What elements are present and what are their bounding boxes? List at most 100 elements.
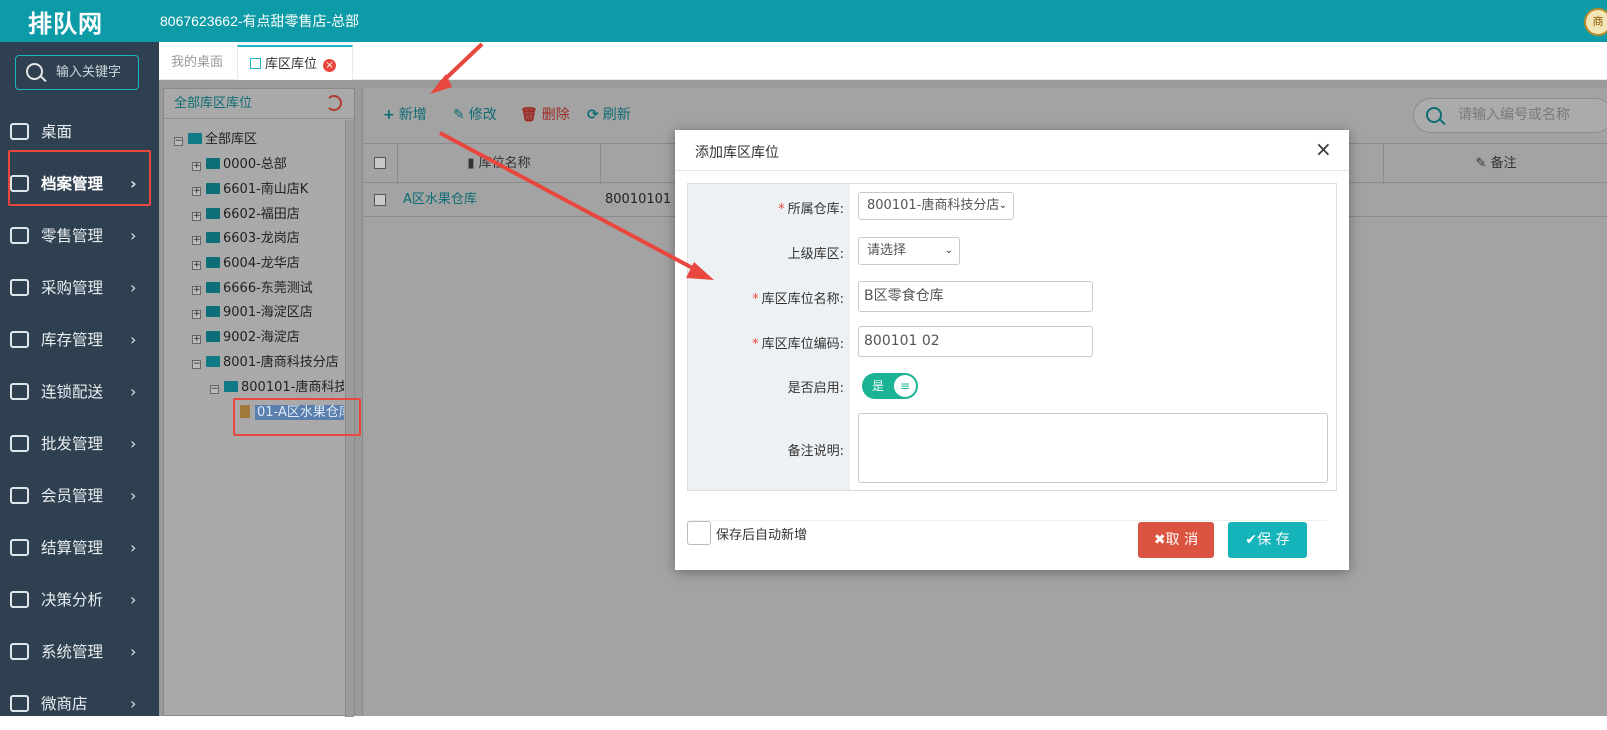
sidebar-search-placeholder: 输入关键字 bbox=[56, 65, 122, 80]
tab-desk[interactable]: 我的桌面 bbox=[159, 45, 235, 80]
collapse-icon[interactable]: − bbox=[174, 137, 183, 146]
tab-label: 库区库位 bbox=[265, 57, 318, 72]
cell-name[interactable]: A区水果仓库 bbox=[403, 183, 477, 217]
expand-icon[interactable]: + bbox=[192, 335, 201, 344]
column-header-code[interactable] bbox=[600, 144, 675, 184]
collapse-icon[interactable]: − bbox=[192, 360, 201, 369]
tree-scrollbar[interactable] bbox=[345, 120, 354, 717]
tree-node[interactable]: −800101-唐商科技 bbox=[210, 377, 344, 399]
grid-search-placeholder: 请输入编号或名称 bbox=[1458, 107, 1570, 123]
column-header-remark[interactable]: ✎ 备注 bbox=[1383, 144, 1607, 184]
analysis-icon bbox=[10, 591, 29, 608]
expand-icon[interactable]: + bbox=[192, 286, 201, 295]
cancel-button[interactable]: ✖取 消 bbox=[1138, 522, 1214, 558]
sidebar-item-label: 零售管理 bbox=[41, 227, 104, 245]
trash-icon: 🗑 bbox=[520, 107, 538, 123]
location-name-input[interactable]: B区零食仓库 bbox=[858, 281, 1093, 312]
location-code-input[interactable]: 800101 02 bbox=[858, 326, 1093, 357]
close-tab-icon[interactable]: × bbox=[323, 59, 337, 72]
enabled-toggle[interactable]: 是 ≡ bbox=[862, 373, 918, 399]
tree-node[interactable]: +6004-龙华店 bbox=[192, 253, 300, 275]
sidebar-item-member[interactable]: 会员管理 › bbox=[0, 470, 159, 522]
user-avatar[interactable]: 商 bbox=[1584, 8, 1607, 36]
parent-area-row: 上级库区: 请选择 ⌄ bbox=[688, 237, 1336, 267]
remark-textarea[interactable] bbox=[858, 413, 1328, 483]
collapse-icon[interactable]: − bbox=[210, 385, 219, 394]
tree-node[interactable]: +0000-总部 bbox=[192, 154, 287, 176]
sidebar-item-label: 档案管理 bbox=[41, 175, 104, 193]
add-button[interactable]: + 新增 bbox=[383, 104, 427, 124]
sidebar-item-label: 库存管理 bbox=[41, 331, 104, 349]
tree-node[interactable]: +9002-海淀店 bbox=[192, 327, 300, 349]
grid-search-input[interactable]: 请输入编号或名称 bbox=[1413, 98, 1607, 133]
parent-area-select[interactable]: 请选择 ⌄ bbox=[858, 237, 960, 265]
sidebar-search-input[interactable]: 输入关键字 bbox=[15, 55, 139, 90]
sidebar-nav: 桌面 档案管理 › 零售管理 › 采购管理 › 库存管理 › 连锁配送 › 批发… bbox=[0, 106, 159, 730]
folder-open-icon bbox=[188, 133, 202, 144]
tree-node-selected[interactable]: 01-A区水果仓库 bbox=[240, 402, 344, 424]
location-name-row: * 库区库位名称: B区零食仓库 bbox=[688, 281, 1336, 312]
refresh-icon[interactable] bbox=[326, 95, 342, 111]
save-button[interactable]: ✔保 存 bbox=[1228, 522, 1307, 558]
folder-icon bbox=[206, 331, 220, 342]
folder-open-icon bbox=[224, 381, 238, 392]
expand-icon[interactable]: + bbox=[192, 261, 201, 270]
top-bar: 排队网 8067623662-有点甜零售店-总部 商 bbox=[0, 0, 1607, 42]
expand-icon[interactable]: + bbox=[192, 187, 201, 196]
sidebar-item-delivery[interactable]: 连锁配送 › bbox=[0, 366, 159, 418]
edit-button[interactable]: ✎ 修改 bbox=[453, 104, 497, 124]
tree-node-root[interactable]: − 全部库区 bbox=[174, 129, 257, 151]
expand-icon[interactable]: + bbox=[192, 310, 201, 319]
location-form: * 所属仓库: 800101-唐商科技分店 ⌄ 上级库区: 请选择 ⌄ * 库区库位名称… bbox=[687, 183, 1337, 491]
search-icon bbox=[1426, 107, 1442, 123]
select-all-checkbox[interactable] bbox=[374, 157, 386, 169]
tree-node[interactable]: +9001-海淀区店 bbox=[192, 302, 313, 324]
chevron-down-icon: ⌄ bbox=[998, 200, 1007, 211]
folder-icon bbox=[206, 158, 220, 169]
row-checkbox[interactable] bbox=[374, 194, 386, 206]
archive-icon bbox=[10, 175, 29, 192]
tree-node[interactable]: +6601-南山店K bbox=[192, 179, 308, 201]
tree-node[interactable]: +6666-东莞测试 bbox=[192, 278, 313, 300]
expand-icon[interactable]: + bbox=[192, 236, 201, 245]
column-header-name[interactable]: ▮ 库位名称 bbox=[397, 144, 600, 184]
refresh-icon: ⟳ bbox=[587, 107, 599, 123]
expand-icon[interactable]: + bbox=[192, 162, 201, 171]
sidebar-item-analysis[interactable]: 决策分析 › bbox=[0, 574, 159, 626]
sidebar-item-settlement[interactable]: 结算管理 › bbox=[0, 522, 159, 574]
expand-icon[interactable]: + bbox=[192, 212, 201, 221]
sidebar-item-inventory[interactable]: 库存管理 › bbox=[0, 314, 159, 366]
purchase-icon bbox=[10, 279, 29, 296]
chevron-right-icon: › bbox=[130, 330, 137, 349]
close-icon[interactable]: × bbox=[1315, 139, 1332, 159]
sidebar-item-label: 会员管理 bbox=[41, 487, 104, 505]
auto-add-checkbox[interactable] bbox=[687, 521, 711, 545]
sidebar-item-label: 系统管理 bbox=[41, 643, 104, 661]
toggle-knob-icon: ≡ bbox=[894, 375, 916, 397]
sidebar-item-archive[interactable]: 档案管理 › bbox=[0, 158, 159, 210]
folder-icon bbox=[206, 282, 220, 293]
sidebar-item-settings[interactable]: 系统管理 › bbox=[0, 626, 159, 678]
sidebar-item-shop[interactable]: 微商店 › bbox=[0, 678, 159, 730]
tree-panel: 全部库区库位 − 全部库区 +0000-总部 +6601-南山店K +6602-福… bbox=[163, 88, 355, 717]
tree-node[interactable]: +6602-福田店 bbox=[192, 204, 300, 226]
dialog-title: 添加库区库位 bbox=[695, 145, 779, 161]
tree-node[interactable]: −8001-唐商科技分店 bbox=[192, 352, 339, 374]
sidebar-item-purchase[interactable]: 采购管理 › bbox=[0, 262, 159, 314]
tree-header: 全部库区库位 bbox=[164, 89, 354, 119]
sidebar-item-wholesale[interactable]: 批发管理 › bbox=[0, 418, 159, 470]
tree-node[interactable]: +6603-龙岗店 bbox=[192, 228, 300, 250]
sidebar-item-desktop[interactable]: 桌面 bbox=[0, 106, 159, 158]
sidebar-item-retail[interactable]: 零售管理 › bbox=[0, 210, 159, 262]
chevron-right-icon: › bbox=[130, 590, 137, 609]
refresh-button[interactable]: ⟳ 刷新 bbox=[587, 104, 631, 124]
settlement-icon bbox=[10, 539, 29, 556]
chevron-right-icon: › bbox=[130, 382, 137, 401]
folder-open-icon bbox=[206, 356, 220, 367]
shop-icon bbox=[10, 695, 29, 712]
delete-button[interactable]: 🗑 删除 bbox=[520, 104, 570, 124]
warehouse-select[interactable]: 800101-唐商科技分店 ⌄ bbox=[858, 192, 1014, 220]
tree-header-title: 全部库区库位 bbox=[174, 96, 253, 111]
folder-icon bbox=[206, 183, 220, 194]
tab-storage-location[interactable]: 库区库位 × bbox=[237, 45, 353, 80]
